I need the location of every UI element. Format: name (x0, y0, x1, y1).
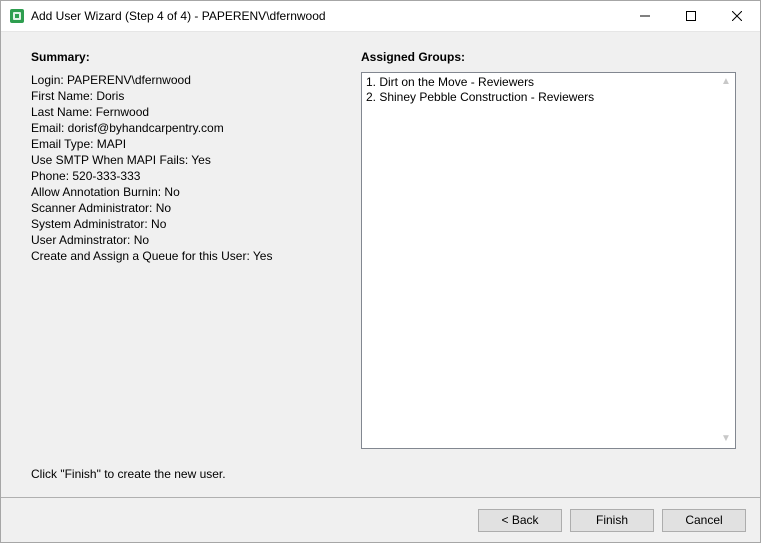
content-area: Summary: Login: PAPERENV\dfernwoodFirst … (1, 32, 760, 542)
groups-heading: Assigned Groups: (361, 50, 736, 64)
summary-line: Email: dorisf@byhandcarpentry.com (31, 120, 361, 136)
list-item[interactable]: 2. Shiney Pebble Construction - Reviewer… (366, 90, 718, 105)
summary-line: Last Name: Fernwood (31, 104, 361, 120)
titlebar: Add User Wizard (Step 4 of 4) - PAPERENV… (1, 1, 760, 32)
summary-line: Use SMTP When MAPI Fails: Yes (31, 152, 361, 168)
body-area: Summary: Login: PAPERENV\dfernwoodFirst … (1, 32, 760, 459)
summary-column: Summary: Login: PAPERENV\dfernwoodFirst … (31, 50, 361, 453)
minimize-button[interactable] (622, 1, 668, 31)
maximize-button[interactable] (668, 1, 714, 31)
assigned-groups-list[interactable]: 1. Dirt on the Move - Reviewers2. Shiney… (361, 72, 736, 449)
groups-column: Assigned Groups: 1. Dirt on the Move - R… (361, 50, 736, 453)
close-button[interactable] (714, 1, 760, 31)
finish-button[interactable]: Finish (570, 509, 654, 532)
summary-line: First Name: Doris (31, 88, 361, 104)
groups-items: 1. Dirt on the Move - Reviewers2. Shiney… (366, 75, 718, 446)
app-icon (9, 8, 25, 24)
button-row: < Back Finish Cancel (1, 498, 760, 542)
summary-line: System Administrator: No (31, 216, 361, 232)
window-controls (622, 1, 760, 31)
list-item[interactable]: 1. Dirt on the Move - Reviewers (366, 75, 718, 90)
cancel-button[interactable]: Cancel (662, 509, 746, 532)
summary-lines: Login: PAPERENV\dfernwoodFirst Name: Dor… (31, 72, 361, 264)
back-button[interactable]: < Back (478, 509, 562, 532)
summary-line: Scanner Administrator: No (31, 200, 361, 216)
summary-heading: Summary: (31, 50, 361, 64)
scroll-down-icon: ▼ (721, 431, 731, 447)
scrollbar[interactable]: ▲ ▼ (718, 74, 734, 447)
summary-line: User Adminstrator: No (31, 232, 361, 248)
summary-line: Allow Annotation Burnin: No (31, 184, 361, 200)
summary-line: Create and Assign a Queue for this User:… (31, 248, 361, 264)
summary-line: Phone: 520-333-333 (31, 168, 361, 184)
window-title: Add User Wizard (Step 4 of 4) - PAPERENV… (31, 9, 622, 23)
wizard-window: Add User Wizard (Step 4 of 4) - PAPERENV… (0, 0, 761, 543)
scroll-up-icon: ▲ (721, 74, 731, 90)
summary-line: Email Type: MAPI (31, 136, 361, 152)
summary-line: Login: PAPERENV\dfernwood (31, 72, 361, 88)
hint-text: Click "Finish" to create the new user. (1, 459, 760, 497)
